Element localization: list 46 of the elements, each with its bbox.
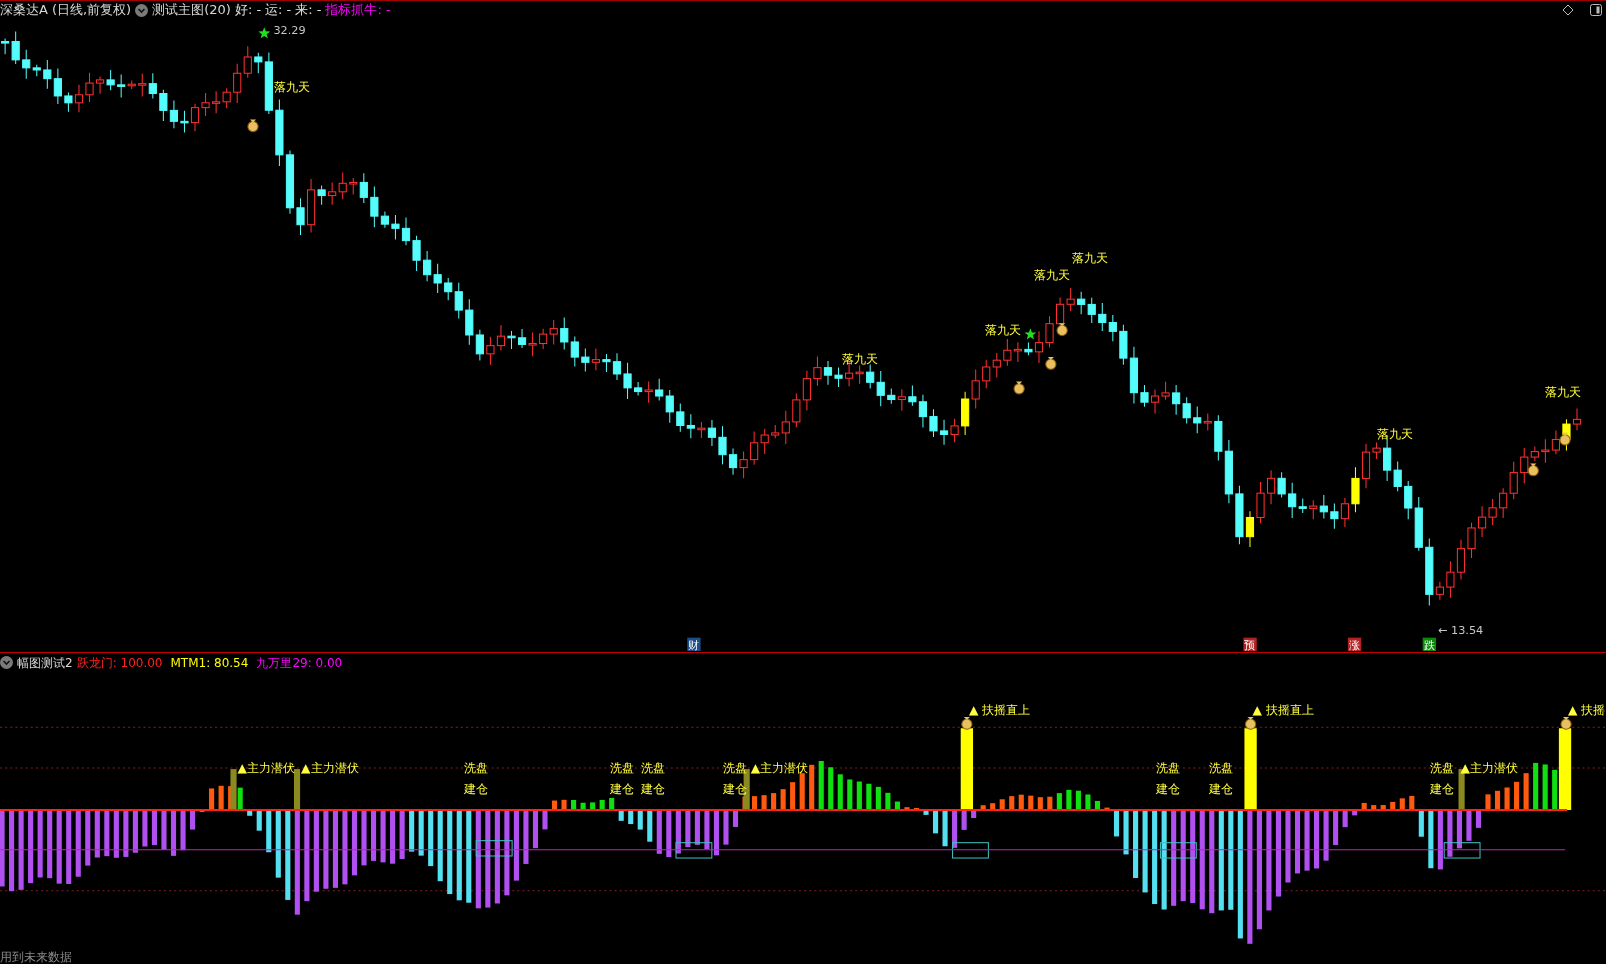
period-label: (日线,前复权) <box>51 1 132 20</box>
signal-label: 洗盘 <box>1156 761 1181 776</box>
signal-label: 落九天 <box>1072 250 1109 265</box>
signal-label: 洗盘 <box>641 761 666 776</box>
signal-label: 建仓 <box>641 781 666 796</box>
signal-label: 建仓 <box>610 781 635 796</box>
signal-label: ▲ 扶摇直上 <box>1252 702 1315 717</box>
signal-label: ▲主力潜伏 <box>237 761 296 776</box>
event-tag: 财 <box>687 637 701 652</box>
event-tag: 跌 <box>1422 637 1436 652</box>
indicator-value: 好: - <box>234 1 262 20</box>
signal-label: 建仓 <box>1156 781 1181 796</box>
sub-indicator-name: 幅图测试2 <box>17 654 73 672</box>
signal-label: 洗盘 <box>1429 761 1454 776</box>
signal-label: ▲主力潜伏 <box>301 761 359 776</box>
indicator-value: 运: - <box>265 1 292 20</box>
signal-label: ▲ 扶摇 <box>1568 702 1606 717</box>
indicator-value: 指标抓牛: - <box>325 1 391 20</box>
indicator-value: 九万里29: 0.00 <box>256 654 343 672</box>
signal-label: 洗盘 <box>723 761 748 776</box>
high-price-label: 32.29 <box>273 24 306 38</box>
indicator-value: 来: - <box>295 1 322 20</box>
event-tag: 预 <box>1243 637 1257 652</box>
signal-label: ▲ 扶摇直上 <box>968 702 1031 717</box>
indicator-value: MTM1: 80.54 <box>170 654 249 672</box>
signal-label: 落九天 <box>274 79 311 94</box>
indicator-value: 跃龙门: 100.00 <box>76 654 163 672</box>
footer-note: 用到未来数据 <box>0 950 72 963</box>
signal-label: 落九天 <box>985 323 1022 338</box>
signal-label: 落九天 <box>1034 268 1071 283</box>
indicator-name: 测试主图(20) <box>152 1 231 20</box>
signal-label: ▲主力潜伏 <box>1460 761 1519 776</box>
signal-label: 落九天 <box>841 352 878 367</box>
signal-label: 落九天 <box>1544 384 1581 399</box>
signal-label: 建仓 <box>1208 781 1233 796</box>
signal-label: 洗盘 <box>464 761 488 776</box>
signal-label: 建仓 <box>464 781 488 796</box>
signal-label: ▲主力潜伏 <box>750 761 809 776</box>
event-tag: 涨 <box>1347 637 1362 652</box>
signal-label: 洗盘 <box>610 761 635 776</box>
signal-label: 建仓 <box>723 781 748 796</box>
signal-label: 洗盘 <box>1208 761 1233 776</box>
signal-label: 落九天 <box>1376 426 1413 441</box>
low-price-label: ← 13.54 <box>1438 623 1484 637</box>
stock-name: 深桑达A <box>0 1 48 20</box>
signal-label: 建仓 <box>1429 781 1454 796</box>
